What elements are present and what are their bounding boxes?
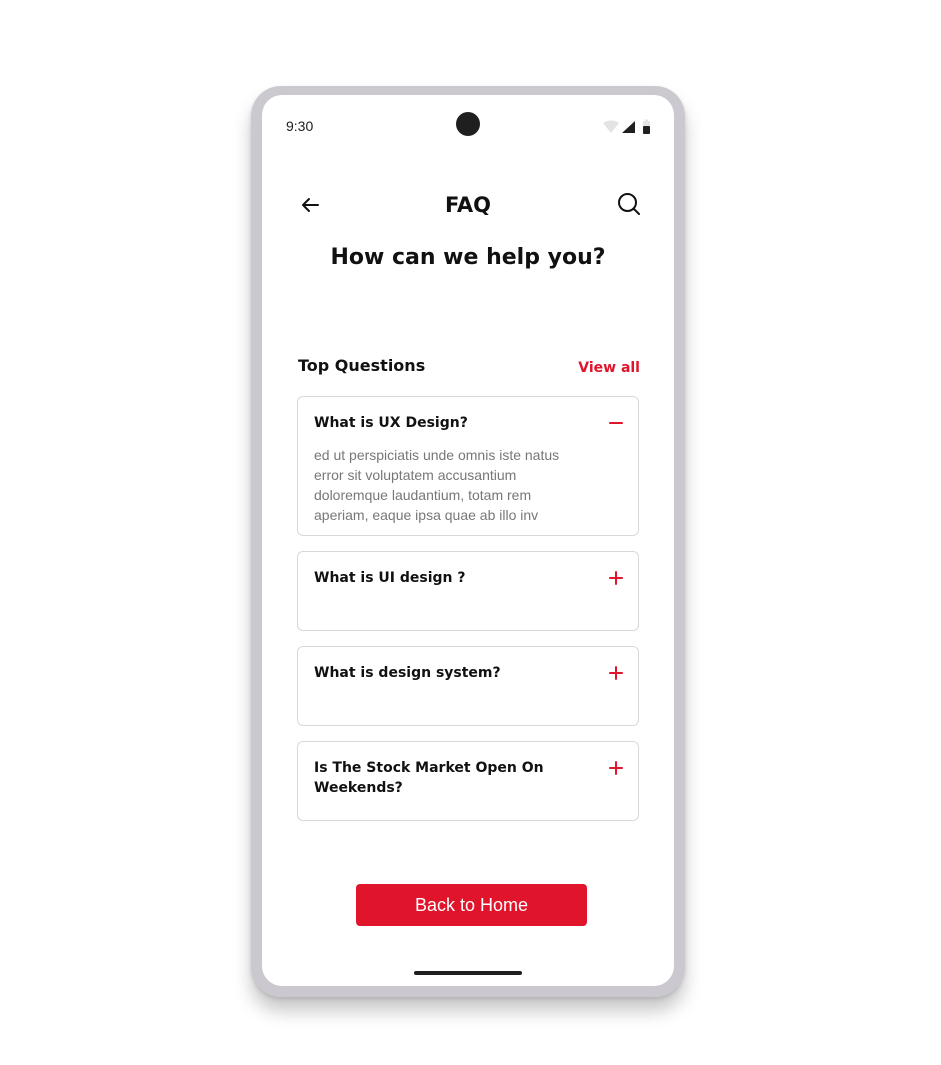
- battery-icon: [643, 119, 650, 134]
- back-to-home-button[interactable]: Back to Home: [356, 884, 587, 926]
- status-time: 9:30: [286, 118, 314, 134]
- camera-cutout: [456, 112, 480, 136]
- plus-icon[interactable]: [608, 760, 624, 776]
- phone-screen: 9:30 FAQ How can we help you? Top Questi…: [262, 95, 674, 986]
- home-indicator: [414, 971, 522, 975]
- wifi-icon: [603, 120, 619, 133]
- status-icons: [603, 119, 650, 134]
- cellular-signal-icon: [622, 121, 635, 133]
- view-all-link[interactable]: View all: [578, 360, 640, 376]
- stage: 9:30 FAQ How can we help you? Top Questi…: [0, 0, 941, 1065]
- faq-item-stock-market[interactable]: Is The Stock Market Open On Weekends?: [297, 741, 639, 821]
- help-heading: How can we help you?: [330, 245, 606, 270]
- faq-question: Is The Stock Market Open On Weekends?: [314, 760, 544, 796]
- plus-icon[interactable]: [608, 570, 624, 586]
- faq-question: What is UX Design?: [314, 415, 468, 431]
- faq-answer: ed ut perspiciatis unde omnis iste natus…: [314, 447, 560, 523]
- page-title: FAQ: [444, 193, 492, 217]
- minus-icon[interactable]: [608, 415, 624, 431]
- faq-question: What is UI design ?: [314, 570, 466, 586]
- plus-icon[interactable]: [608, 665, 624, 681]
- search-icon[interactable]: [616, 191, 642, 217]
- faq-question: What is design system?: [314, 665, 501, 681]
- faq-item-ux-design[interactable]: What is UX Design? ed ut perspiciatis un…: [297, 396, 639, 536]
- section-title: Top Questions: [298, 356, 426, 375]
- app-header: FAQ: [262, 191, 674, 231]
- faq-item-design-system[interactable]: What is design system?: [297, 646, 639, 726]
- faq-item-ui-design[interactable]: What is UI design ?: [297, 551, 639, 631]
